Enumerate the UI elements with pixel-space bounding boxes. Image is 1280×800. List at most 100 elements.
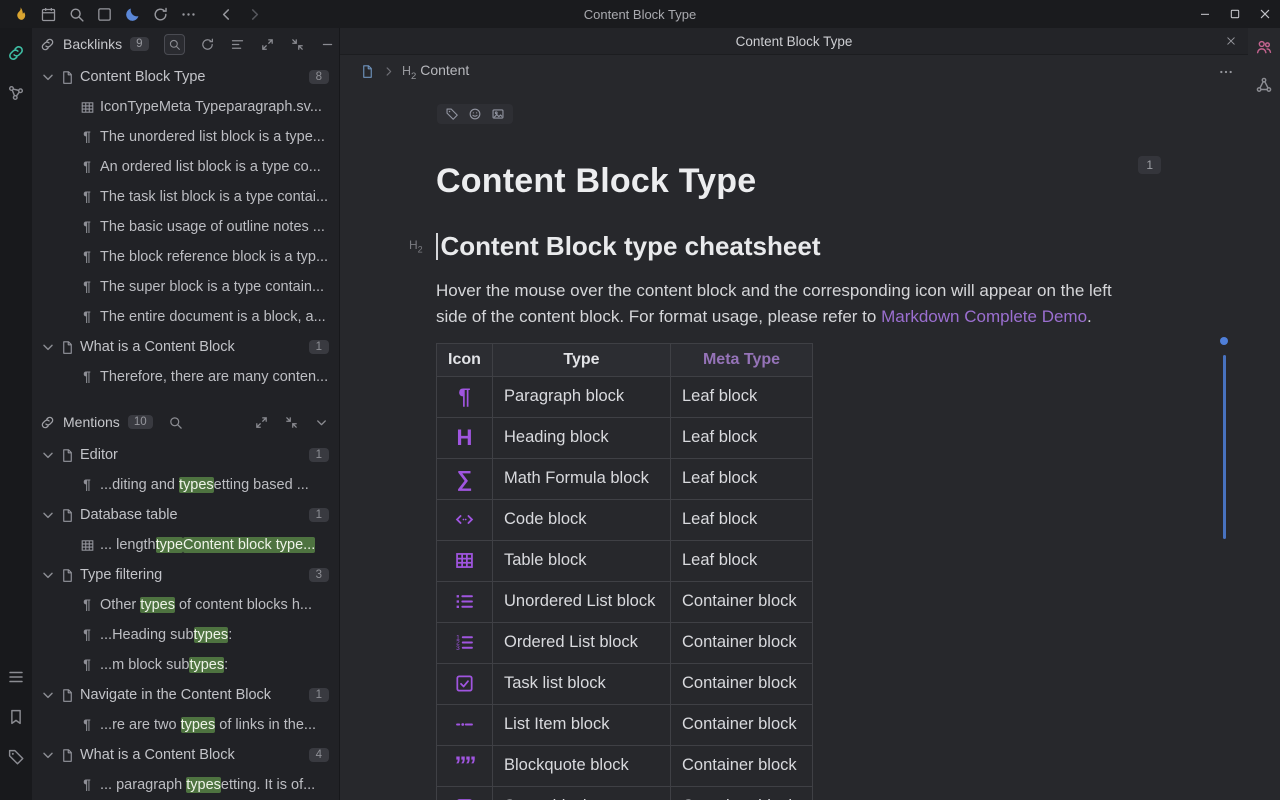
refresh-icon[interactable] <box>200 37 215 52</box>
tree-block-row[interactable]: ¶...re are two types of links in the... <box>32 710 339 740</box>
scrollbar-thumb[interactable] <box>1223 355 1226 539</box>
more-icon[interactable] <box>1218 64 1234 80</box>
minimize-button[interactable] <box>1190 0 1220 28</box>
icon-cell[interactable]: ¶ <box>437 376 493 417</box>
users-icon[interactable] <box>1255 38 1273 56</box>
image-icon[interactable] <box>491 107 505 121</box>
theme-mode-icon[interactable] <box>124 6 141 23</box>
tag-icon[interactable] <box>445 107 459 121</box>
workspace-icon[interactable] <box>96 6 113 23</box>
type-cell[interactable]: Paragraph block <box>493 376 671 417</box>
chevron-down-icon[interactable] <box>40 507 56 523</box>
type-cell[interactable]: List Item block <box>493 704 671 745</box>
icon-cell[interactable] <box>437 663 493 704</box>
chevron-down-icon[interactable] <box>40 339 56 355</box>
tree-block-row[interactable]: ¶The super block is a type contain... <box>32 272 339 302</box>
breadcrumb-heading-item[interactable]: H2 Content <box>402 62 469 82</box>
collapse-icon[interactable] <box>290 37 305 52</box>
type-cell[interactable]: Code block <box>493 499 671 540</box>
heading-block[interactable]: H2 Content Block type cheatsheet <box>436 231 1248 262</box>
tree-doc-row[interactable]: Database table1 <box>32 500 339 530</box>
more-icon[interactable] <box>180 6 197 23</box>
meta-type-cell[interactable]: Container block <box>671 786 813 800</box>
tree-block-row[interactable]: ¶An ordered list block is a type co... <box>32 152 339 182</box>
type-cell[interactable]: Task list block <box>493 663 671 704</box>
share-network-icon[interactable] <box>1255 76 1273 94</box>
icon-cell[interactable] <box>437 581 493 622</box>
type-cell[interactable]: Math Formula block <box>493 458 671 499</box>
maximize-button[interactable] <box>1220 0 1250 28</box>
type-cell[interactable]: Unordered List block <box>493 581 671 622</box>
type-cell[interactable]: Super block <box>493 786 671 800</box>
tree-block-row[interactable]: ¶Therefore, there are many conten... <box>32 362 339 392</box>
doc-title[interactable]: Content Block Type <box>436 162 1248 201</box>
tree-block-row[interactable]: ¶...m block subtypes: <box>32 650 339 680</box>
tree-doc-row[interactable]: What is a Content Block4 <box>32 740 339 770</box>
graph-dock-icon[interactable] <box>7 84 25 102</box>
tree-doc-row[interactable]: Navigate in the Content Block1 <box>32 680 339 710</box>
tree-doc-row[interactable]: Content Block Type8 <box>32 62 339 92</box>
h2-heading[interactable]: Content Block type cheatsheet <box>441 231 821 262</box>
tree-block-row[interactable]: IconTypeMeta Typeparagraph.sv... <box>32 92 339 122</box>
align-left-icon[interactable] <box>230 37 245 52</box>
markdown-demo-link[interactable]: Markdown Complete Demo <box>881 307 1087 326</box>
chevron-down-icon[interactable] <box>314 415 329 430</box>
chevron-down-icon[interactable] <box>40 687 56 703</box>
tree-block-row[interactable]: ¶The task list block is a type contai... <box>32 182 339 212</box>
meta-type-cell[interactable]: Container block <box>671 745 813 786</box>
back-icon[interactable] <box>218 6 235 23</box>
tab-content-block-type[interactable]: Content Block Type <box>736 34 853 49</box>
meta-type-cell[interactable]: Container block <box>671 663 813 704</box>
icon-cell[interactable] <box>437 499 493 540</box>
expand-icon[interactable] <box>260 37 275 52</box>
type-cell[interactable]: Heading block <box>493 417 671 458</box>
emoji-icon[interactable] <box>468 107 482 121</box>
meta-type-cell[interactable]: Leaf block <box>671 376 813 417</box>
meta-type-cell[interactable]: Leaf block <box>671 540 813 581</box>
tree-block-row[interactable]: ¶The basic usage of outline notes ... <box>32 212 339 242</box>
meta-type-cell[interactable]: Leaf block <box>671 458 813 499</box>
type-cell[interactable]: Ordered List block <box>493 622 671 663</box>
outline-dock-icon[interactable] <box>7 668 25 686</box>
tree-doc-row[interactable]: Type filtering3 <box>32 560 339 590</box>
icon-cell[interactable]: ∑ <box>437 458 493 499</box>
chevron-down-icon[interactable] <box>40 447 56 463</box>
collapse-icon[interactable] <box>284 415 299 430</box>
meta-type-cell[interactable]: Container block <box>671 622 813 663</box>
tree-block-row[interactable]: ¶The unordered list block is a type... <box>32 122 339 152</box>
tree-block-row[interactable]: ... lengthtypeContent block type... <box>32 530 339 560</box>
tree-block-row[interactable]: ¶Other types of content blocks h... <box>32 590 339 620</box>
icon-cell[interactable] <box>437 704 493 745</box>
icon-cell[interactable]: 123 <box>437 622 493 663</box>
backlinks-dock-icon[interactable] <box>7 44 25 62</box>
bookmark-dock-icon[interactable] <box>7 708 25 726</box>
sync-icon[interactable] <box>152 6 169 23</box>
search-icon[interactable] <box>164 34 185 55</box>
icon-cell[interactable]: ”” <box>437 745 493 786</box>
chevron-down-icon[interactable] <box>40 567 56 583</box>
tree-doc-row[interactable]: Editor1 <box>32 440 339 470</box>
search-icon[interactable] <box>168 415 183 430</box>
tree-block-row[interactable]: ¶...Heading subtypes: <box>32 620 339 650</box>
search-icon[interactable] <box>68 6 85 23</box>
icon-cell[interactable] <box>437 540 493 581</box>
chevron-down-icon[interactable] <box>40 69 56 85</box>
minimize-panel-icon[interactable] <box>320 37 335 52</box>
tag-dock-icon[interactable] <box>7 748 25 766</box>
meta-type-cell[interactable]: Container block <box>671 704 813 745</box>
tree-doc-row[interactable]: What is a Content Block1 <box>32 332 339 362</box>
chevron-down-icon[interactable] <box>40 747 56 763</box>
daily-note-icon[interactable] <box>40 6 57 23</box>
tree-block-row[interactable]: ¶...diting and typesetting based ... <box>32 470 339 500</box>
close-button[interactable] <box>1250 0 1280 28</box>
icon-cell[interactable] <box>437 786 493 800</box>
tree-block-row[interactable]: ¶The entire document is a block, a... <box>32 302 339 332</box>
document-icon[interactable] <box>360 64 375 79</box>
meta-type-cell[interactable]: Leaf block <box>671 417 813 458</box>
type-cell[interactable]: Blockquote block <box>493 745 671 786</box>
meta-type-cell[interactable]: Leaf block <box>671 499 813 540</box>
document-editor[interactable]: Content Block Type 1 H2 Content Block ty… <box>340 88 1248 800</box>
icon-cell[interactable]: H <box>437 417 493 458</box>
paragraph-block[interactable]: Hover the mouse over the content block a… <box>436 278 1138 331</box>
tree-block-row[interactable]: ¶The block reference block is a typ... <box>32 242 339 272</box>
